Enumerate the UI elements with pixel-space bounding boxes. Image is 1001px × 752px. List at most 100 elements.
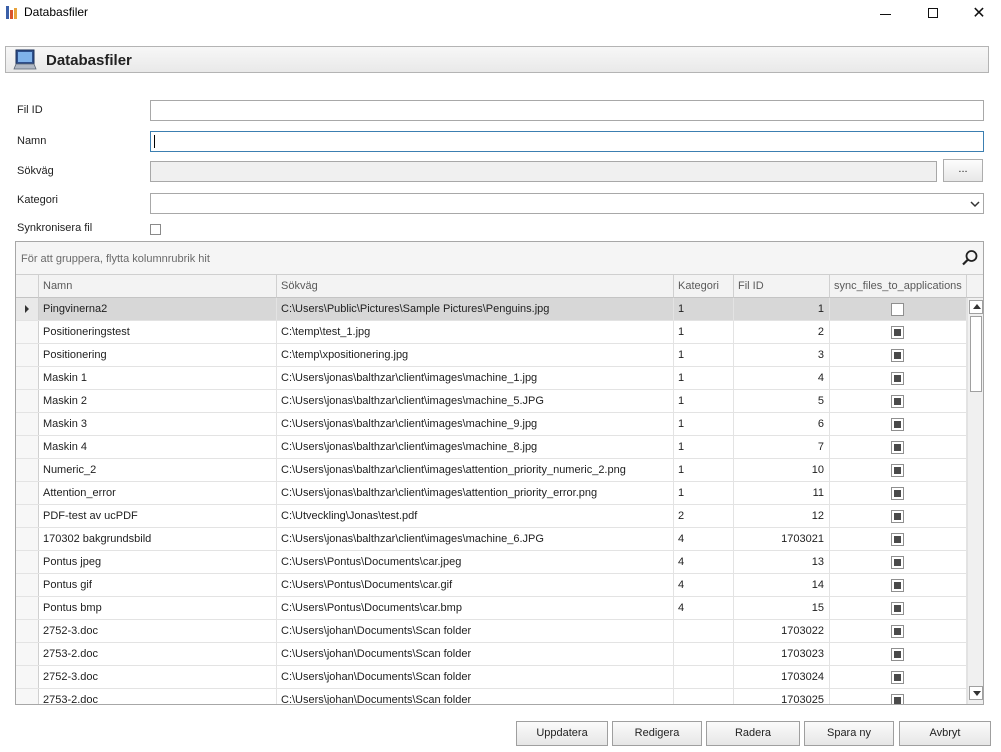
cell-name[interactable]: Pontus jpeg bbox=[39, 551, 277, 573]
cell-category[interactable] bbox=[674, 620, 734, 642]
sync-row-checkbox[interactable] bbox=[891, 533, 904, 546]
cell-name[interactable]: Positioneringstest bbox=[39, 321, 277, 343]
cell-file-id[interactable]: 10 bbox=[734, 459, 830, 481]
save-new-button[interactable]: Spara ny bbox=[804, 721, 894, 746]
cell-path[interactable]: C:\Users\jonas\balthzar\client\images\ma… bbox=[277, 528, 674, 550]
sync-row-checkbox[interactable] bbox=[891, 694, 904, 704]
cell-path[interactable]: C:\Users\jonas\balthzar\client\images\ma… bbox=[277, 390, 674, 412]
cell-file-id[interactable]: 1703024 bbox=[734, 666, 830, 688]
category-select[interactable] bbox=[150, 193, 984, 214]
cell-file-id[interactable]: 6 bbox=[734, 413, 830, 435]
row-indicator[interactable] bbox=[16, 298, 39, 320]
cell-sync[interactable] bbox=[830, 321, 967, 343]
cell-name[interactable]: Maskin 2 bbox=[39, 390, 277, 412]
sync-row-checkbox[interactable] bbox=[891, 487, 904, 500]
edit-button[interactable]: Redigera bbox=[612, 721, 702, 746]
sync-row-checkbox[interactable] bbox=[891, 303, 904, 316]
cell-path[interactable]: C:\Users\jonas\balthzar\client\images\ma… bbox=[277, 436, 674, 458]
cell-path[interactable]: C:\Users\jonas\balthzar\client\images\at… bbox=[277, 482, 674, 504]
cell-name[interactable]: Pontus gif bbox=[39, 574, 277, 596]
cell-file-id[interactable]: 14 bbox=[734, 574, 830, 596]
sync-row-checkbox[interactable] bbox=[891, 648, 904, 661]
cell-name[interactable]: 2752-3.doc bbox=[39, 666, 277, 688]
row-indicator[interactable] bbox=[16, 689, 39, 704]
cell-name[interactable]: Maskin 4 bbox=[39, 436, 277, 458]
row-indicator[interactable] bbox=[16, 321, 39, 343]
sync-checkbox[interactable] bbox=[150, 224, 161, 235]
cell-name[interactable]: 2753-2.doc bbox=[39, 689, 277, 704]
table-row[interactable]: 2753-2.doc C:\Users\johan\Documents\Scan … bbox=[16, 643, 967, 666]
row-indicator[interactable] bbox=[16, 528, 39, 550]
cell-sync[interactable] bbox=[830, 597, 967, 619]
sync-row-checkbox[interactable] bbox=[891, 395, 904, 408]
cell-name[interactable]: Pingvinerna2 bbox=[39, 298, 277, 320]
cell-category[interactable]: 1 bbox=[674, 459, 734, 481]
table-row[interactable]: Maskin 1 C:\Users\jonas\balthzar\client\i… bbox=[16, 367, 967, 390]
sync-row-checkbox[interactable] bbox=[891, 671, 904, 684]
row-indicator[interactable] bbox=[16, 620, 39, 642]
cell-category[interactable]: 1 bbox=[674, 413, 734, 435]
cell-name[interactable]: 2753-2.doc bbox=[39, 643, 277, 665]
cell-sync[interactable] bbox=[830, 689, 967, 704]
row-indicator[interactable] bbox=[16, 390, 39, 412]
cell-category[interactable] bbox=[674, 689, 734, 704]
cell-category[interactable]: 1 bbox=[674, 344, 734, 366]
cell-sync[interactable] bbox=[830, 344, 967, 366]
cell-file-id[interactable]: 1 bbox=[734, 298, 830, 320]
table-row[interactable]: 2752-3.doc C:\Users\johan\Documents\Scan … bbox=[16, 620, 967, 643]
cell-sync[interactable] bbox=[830, 528, 967, 550]
cell-name[interactable]: 170302 bakgrundsbild bbox=[39, 528, 277, 550]
sync-row-checkbox[interactable] bbox=[891, 464, 904, 477]
cell-name[interactable]: Pontus bmp bbox=[39, 597, 277, 619]
row-indicator[interactable] bbox=[16, 482, 39, 504]
scroll-down-button[interactable] bbox=[969, 686, 983, 700]
cell-file-id[interactable]: 13 bbox=[734, 551, 830, 573]
cell-file-id[interactable]: 4 bbox=[734, 367, 830, 389]
cell-file-id[interactable]: 3 bbox=[734, 344, 830, 366]
close-button[interactable]: ✕ bbox=[956, 0, 1001, 26]
sync-row-checkbox[interactable] bbox=[891, 602, 904, 615]
search-icon[interactable] bbox=[961, 249, 979, 267]
delete-button[interactable]: Radera bbox=[706, 721, 800, 746]
cell-category[interactable]: 1 bbox=[674, 298, 734, 320]
table-row[interactable]: Pingvinerna2 C:\Users\Public\Pictures\Sam… bbox=[16, 298, 967, 321]
cell-sync[interactable] bbox=[830, 298, 967, 320]
sync-row-checkbox[interactable] bbox=[891, 372, 904, 385]
table-row[interactable]: Pontus gif C:\Users\Pontus\Documents\car.… bbox=[16, 574, 967, 597]
cell-sync[interactable] bbox=[830, 413, 967, 435]
row-indicator[interactable] bbox=[16, 367, 39, 389]
cell-category[interactable]: 4 bbox=[674, 551, 734, 573]
cell-category[interactable]: 1 bbox=[674, 436, 734, 458]
sync-row-checkbox[interactable] bbox=[891, 349, 904, 362]
table-row[interactable]: Positionering C:\temp\xpositionering.jpg 1… bbox=[16, 344, 967, 367]
row-indicator[interactable] bbox=[16, 643, 39, 665]
cell-category[interactable]: 4 bbox=[674, 597, 734, 619]
group-panel[interactable]: För att gruppera, flytta kolumnrubrik hi… bbox=[16, 242, 983, 275]
cell-sync[interactable] bbox=[830, 367, 967, 389]
table-row[interactable]: Pontus jpeg C:\Users\Pontus\Documents\car… bbox=[16, 551, 967, 574]
cell-category[interactable]: 1 bbox=[674, 482, 734, 504]
table-row[interactable]: Maskin 4 C:\Users\jonas\balthzar\client\i… bbox=[16, 436, 967, 459]
cell-category[interactable] bbox=[674, 666, 734, 688]
cell-category[interactable] bbox=[674, 643, 734, 665]
vertical-scrollbar[interactable] bbox=[967, 298, 983, 704]
cell-path[interactable]: C:\Utveckling\Jonas\test.pdf bbox=[277, 505, 674, 527]
table-row[interactable]: Pontus bmp C:\Users\Pontus\Documents\car.… bbox=[16, 597, 967, 620]
table-row[interactable]: 170302 bakgrundsbild C:\Users\jonas\balth… bbox=[16, 528, 967, 551]
cell-file-id[interactable]: 7 bbox=[734, 436, 830, 458]
cell-path[interactable]: C:\Users\johan\Documents\Scan folder bbox=[277, 689, 674, 704]
cell-file-id[interactable]: 1703025 bbox=[734, 689, 830, 704]
sync-row-checkbox[interactable] bbox=[891, 556, 904, 569]
cell-name[interactable]: Attention_error bbox=[39, 482, 277, 504]
table-row[interactable]: Attention_error C:\Users\jonas\balthzar\c… bbox=[16, 482, 967, 505]
minimize-button[interactable] bbox=[862, 0, 908, 26]
cell-path[interactable]: C:\Users\Pontus\Documents\car.jpeg bbox=[277, 551, 674, 573]
cell-sync[interactable] bbox=[830, 505, 967, 527]
cell-path[interactable]: C:\Users\jonas\balthzar\client\images\ma… bbox=[277, 413, 674, 435]
cell-path[interactable]: C:\Users\jonas\balthzar\client\images\at… bbox=[277, 459, 674, 481]
row-indicator[interactable] bbox=[16, 666, 39, 688]
cell-category[interactable]: 2 bbox=[674, 505, 734, 527]
table-row[interactable]: 2753-2.doc C:\Users\johan\Documents\Scan … bbox=[16, 689, 967, 704]
cell-path[interactable]: C:\Users\jonas\balthzar\client\images\ma… bbox=[277, 367, 674, 389]
path-input[interactable] bbox=[151, 162, 936, 181]
